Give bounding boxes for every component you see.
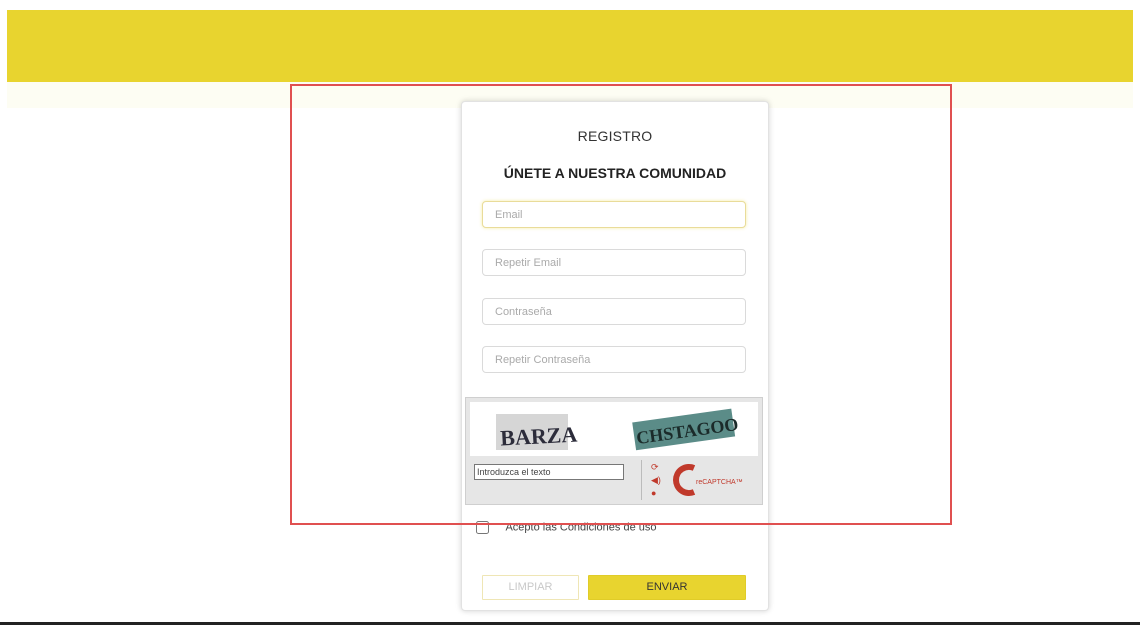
captcha-image: BARZA CHSTAGOO xyxy=(470,402,758,456)
captcha-divider xyxy=(641,460,642,500)
registration-card: REGISTRO ÚNETE A NUESTRA COMUNIDAD BARZA… xyxy=(461,101,769,611)
captcha-input[interactable] xyxy=(474,464,624,480)
repeat-password-field[interactable] xyxy=(482,346,746,373)
header-banner xyxy=(7,10,1133,82)
send-button[interactable]: ENVIAR xyxy=(588,575,746,600)
terms-checkbox[interactable] xyxy=(476,521,489,534)
terms-label: Acepto las Condiciones de uso xyxy=(505,521,657,534)
terms-row[interactable]: Acepto las Condiciones de uso xyxy=(476,521,657,534)
page-title: REGISTRO xyxy=(577,128,653,144)
password-field[interactable] xyxy=(482,298,746,325)
captcha-widget: BARZA CHSTAGOO ⟳ ◀) ● reCAPTCHA™ xyxy=(465,397,763,505)
clear-button[interactable]: LIMPIAR xyxy=(482,575,579,600)
recaptcha-logo-text: reCAPTCHA™ xyxy=(696,479,743,486)
help-icon[interactable]: ● xyxy=(651,488,656,498)
captcha-word-left: BARZA xyxy=(500,422,578,451)
repeat-email-field[interactable] xyxy=(482,249,746,276)
page-subtitle: ÚNETE A NUESTRA COMUNIDAD xyxy=(503,165,727,181)
audio-icon[interactable]: ◀) xyxy=(651,475,661,485)
refresh-icon[interactable]: ⟳ xyxy=(651,462,659,472)
recaptcha-logo: reCAPTCHA™ xyxy=(672,462,756,503)
email-field[interactable] xyxy=(482,201,746,228)
